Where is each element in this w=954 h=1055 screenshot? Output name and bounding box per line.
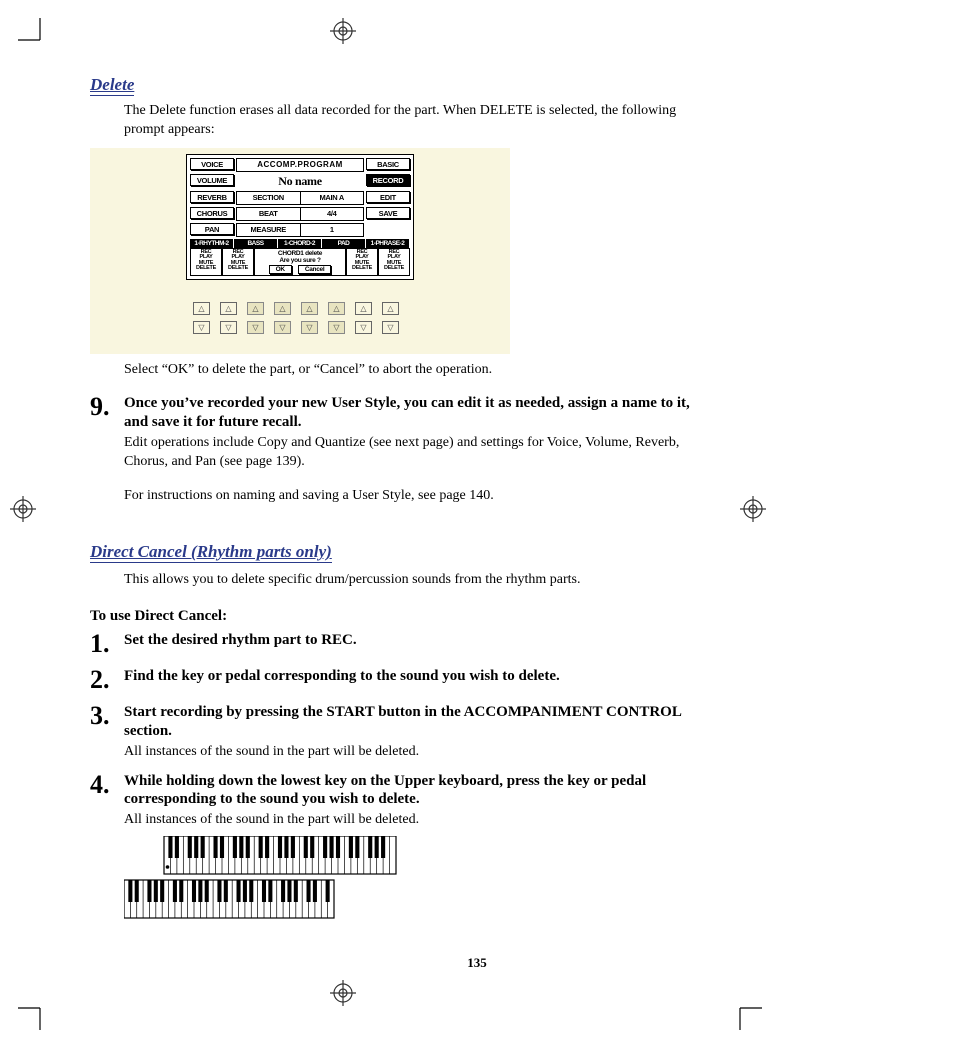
panel-down-button: ▽ [247, 321, 264, 334]
lcd-left-chorus: CHORUS [190, 207, 234, 219]
panel-down-button: ▽ [301, 321, 318, 334]
panel-up-button: △ [355, 302, 372, 315]
lcd-tabs: 1-RHYTHM-2 BASS 1-CHORD-2 PAD 1-PHRASE-2 [190, 239, 410, 248]
lcd-figure: VOICE ACCOMP.PROGRAM BASIC VOLUME No nam… [90, 148, 510, 354]
panel-up-button: △ [301, 302, 318, 315]
dc-step-1: 1. Set the desired rhythm part to REC. [90, 631, 690, 657]
delete-caption: Select “OK” to delete the part, or “Canc… [124, 362, 690, 378]
step-number: 9. [90, 394, 124, 506]
section-title-direct-cancel: Direct Cancel (Rhythm parts only) [90, 542, 332, 563]
step-number: 2. [90, 667, 124, 693]
panel-down-button: ▽ [355, 321, 372, 334]
lcd-right-record: RECORD [366, 174, 410, 186]
panel-up-button: △ [274, 302, 291, 315]
dc-step-2-bold: Find the key or pedal corresponding to t… [124, 667, 690, 686]
step-number: 4. [90, 772, 124, 830]
physical-buttons: △ △ △ △ △ △ △ △ ▽ ▽ ▽ ▽ ▽ ▽ ▽ ▽ [193, 302, 407, 334]
panel-up-button: △ [220, 302, 237, 315]
step-9-bold: Once you’ve recorded your new User Style… [124, 394, 690, 432]
panel-down-button: ▽ [220, 321, 237, 334]
lcd-part-col: RECPLAYMUTEDELETE [378, 248, 410, 276]
keyboard-svg [124, 836, 404, 931]
panel-up-button: △ [382, 302, 399, 315]
panel-down-button: ▽ [193, 321, 210, 334]
lcd-tab: 1-RHYTHM-2 [190, 239, 234, 248]
dc-step-1-bold: Set the desired rhythm part to REC. [124, 631, 690, 650]
lcd-title: ACCOMP.PROGRAM [236, 158, 364, 172]
panel-up-button: △ [247, 302, 264, 315]
lcd-cancel: Cancel [298, 265, 332, 274]
lcd-ok: OK [269, 265, 292, 274]
lcd-right-edit: EDIT [366, 191, 410, 203]
dc-step-3-bold: Start recording by pressing the START bu… [124, 703, 690, 741]
step-9-para2: For instructions on naming and saving a … [124, 487, 690, 506]
lcd-prompt-line2: Are you sure ? [255, 257, 345, 264]
direct-cancel-intro: This allows you to delete specific drum/… [124, 571, 690, 590]
lcd-tab: 1-CHORD-2 [278, 239, 322, 248]
lcd-tab: 1-PHRASE-2 [366, 239, 410, 248]
lcd-screen: VOICE ACCOMP.PROGRAM BASIC VOLUME No nam… [186, 154, 414, 280]
lcd-left-volume: VOLUME [190, 174, 234, 186]
lcd-measure-value: 1 [300, 223, 365, 237]
delete-intro: The Delete function erases all data reco… [124, 102, 690, 140]
dc-step-4-bold: While holding down the lowest key on the… [124, 772, 690, 810]
step-9: 9. Once you’ve recorded your new User St… [90, 394, 690, 506]
dc-step-2: 2. Find the key or pedal corresponding t… [90, 667, 690, 693]
lcd-left-pan: PAN [190, 223, 234, 235]
panel-up-button: △ [193, 302, 210, 315]
lcd-beat-label: BEAT [236, 207, 300, 221]
step-9-para1: Edit operations include Copy and Quantiz… [124, 434, 690, 472]
lcd-prompt-line1: CHORD1 delete [255, 250, 345, 257]
lcd-style-name: No name [236, 174, 364, 189]
lcd-beat-value: 4/4 [300, 207, 365, 221]
section-title-delete: Delete [90, 75, 134, 96]
lcd-bottom-row: RECPLAYMUTEDELETE RECPLAYMUTEDELETE CHOR… [190, 248, 410, 276]
lcd-part-col: RECPLAYMUTEDELETE [346, 248, 378, 276]
direct-cancel-subhead: To use Direct Cancel: [90, 608, 690, 625]
lcd-left-voice: VOICE [190, 158, 234, 170]
lcd-right-save: SAVE [366, 207, 410, 219]
lcd-measure-label: MEASURE [236, 223, 300, 237]
lcd-part-col: RECPLAYMUTEDELETE [222, 248, 254, 276]
dc-step-4-reg: All instances of the sound in the part w… [124, 811, 690, 830]
dc-step-3-reg: All instances of the sound in the part w… [124, 743, 690, 762]
panel-down-button: ▽ [382, 321, 399, 334]
lcd-section-value: MAIN A [300, 191, 365, 205]
lcd-right-basic: BASIC [366, 158, 410, 170]
step-number: 3. [90, 703, 124, 761]
lcd-part-col: RECPLAYMUTEDELETE [190, 248, 222, 276]
lcd-tab: BASS [234, 239, 278, 248]
lcd-section-label: SECTION [236, 191, 300, 205]
lcd-tab: PAD [322, 239, 366, 248]
lcd-prompt: CHORD1 delete Are you sure ? OK Cancel [254, 248, 346, 276]
keyboard-figure [124, 836, 690, 936]
panel-down-button: ▽ [328, 321, 345, 334]
page-number: 135 [0, 955, 954, 971]
panel-down-button: ▽ [274, 321, 291, 334]
step-number: 1. [90, 631, 124, 657]
dc-step-3: 3. Start recording by pressing the START… [90, 703, 690, 761]
panel-up-button: △ [328, 302, 345, 315]
dc-step-4: 4. While holding down the lowest key on … [90, 772, 690, 830]
lcd-left-reverb: REVERB [190, 191, 234, 203]
